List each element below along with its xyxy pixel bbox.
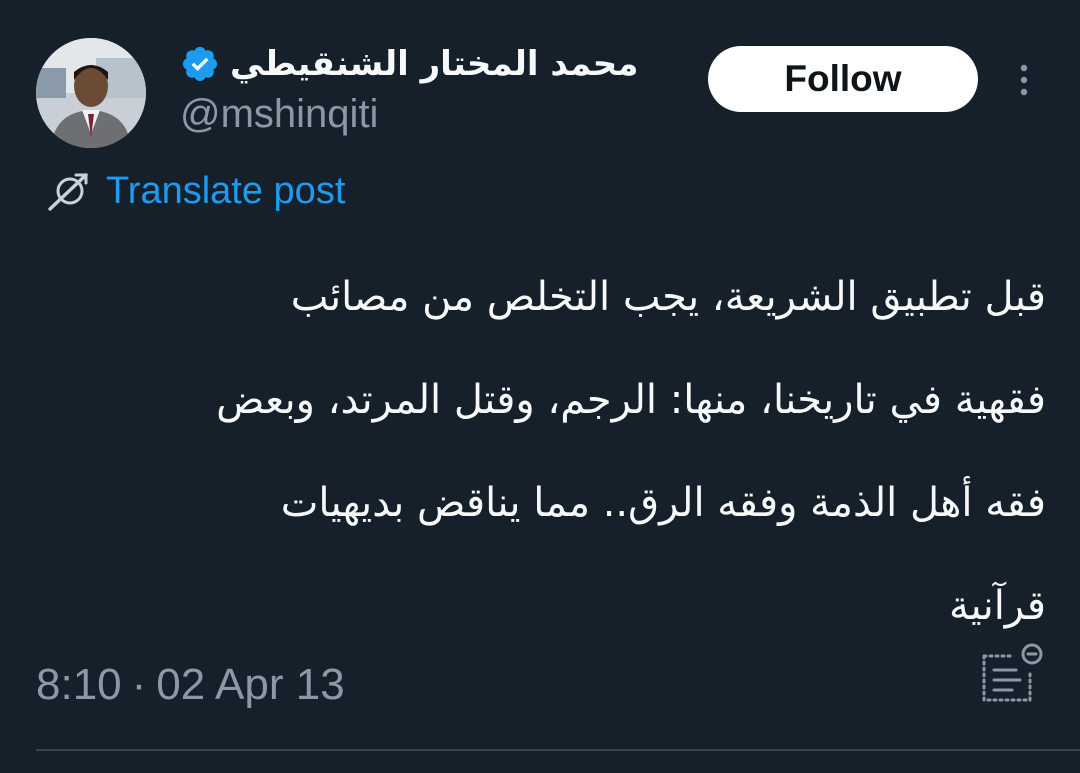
timestamp-separator: · bbox=[131, 660, 147, 709]
more-vertical-icon[interactable] bbox=[1008, 60, 1040, 100]
post-text: قبل تطبيق الشريعة، يجب التخلص من مصائب ف… bbox=[36, 246, 1046, 658]
post-text-line: قرآنية bbox=[949, 583, 1046, 629]
avatar[interactable] bbox=[36, 38, 146, 148]
tweet-card: محمد المختار الشنقيطي @mshinqiti Follow … bbox=[0, 0, 1080, 773]
post-time: 8:10 bbox=[36, 660, 122, 709]
translate-post-link[interactable]: Translate post bbox=[44, 166, 345, 216]
follow-button[interactable]: Follow bbox=[708, 46, 978, 112]
translate-post-label: Translate post bbox=[106, 169, 346, 212]
profile-photo bbox=[36, 38, 146, 148]
divider bbox=[36, 749, 1080, 751]
post-timestamp[interactable]: 8:10 · 02 Apr 13 bbox=[36, 660, 345, 710]
post-analytics-icon[interactable] bbox=[976, 640, 1048, 706]
verified-badge-icon bbox=[180, 44, 220, 84]
author-handle[interactable]: @mshinqiti bbox=[180, 92, 378, 137]
author-display-name[interactable]: محمد المختار الشنقيطي bbox=[230, 44, 638, 84]
author-name-row: محمد المختار الشنقيطي bbox=[180, 34, 638, 94]
post-text-line: فقه أهل الذمة وفقه الرق.. مما يناقض بديه… bbox=[280, 480, 1046, 526]
translate-icon bbox=[44, 167, 92, 215]
post-date: 02 Apr 13 bbox=[156, 660, 345, 709]
post-text-line: قبل تطبيق الشريعة، يجب التخلص من مصائب bbox=[290, 274, 1046, 320]
post-text-line: فقهية في تاريخنا، منها: الرجم، وقتل المر… bbox=[216, 377, 1046, 423]
